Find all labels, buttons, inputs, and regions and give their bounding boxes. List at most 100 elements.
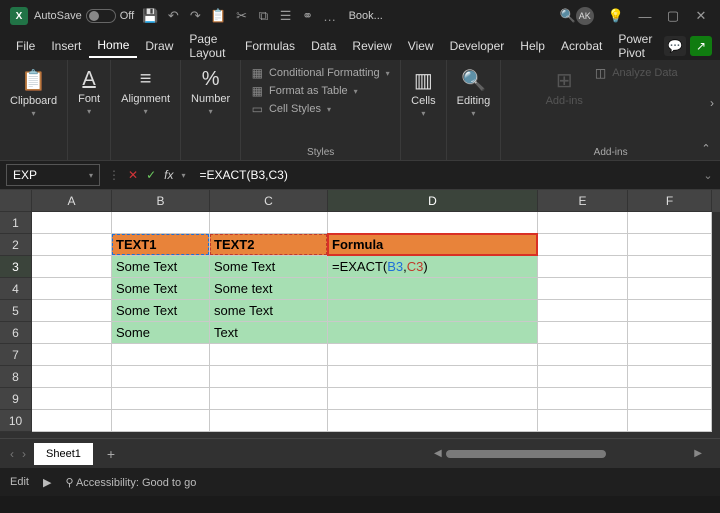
tab-formulas[interactable]: Formulas — [237, 35, 303, 57]
document-title[interactable]: Book... — [349, 10, 383, 22]
cell-c9[interactable] — [210, 388, 328, 410]
accessibility-status[interactable]: ⚲ Accessibility: Good to go — [65, 476, 196, 489]
cell-a10[interactable] — [32, 410, 112, 432]
select-all-button[interactable] — [0, 190, 32, 212]
cell-c3[interactable]: Some Text — [210, 256, 328, 278]
copy-icon[interactable]: ⧉ — [257, 8, 271, 24]
fx-button[interactable]: fx — [164, 168, 173, 182]
scroll-left-icon[interactable]: ◀ — [434, 448, 442, 459]
cell-c2[interactable]: TEXT2 — [210, 234, 328, 256]
chevron-down-icon[interactable]: ▾ — [89, 171, 93, 180]
tab-developer[interactable]: Developer — [442, 35, 513, 57]
row-header-2[interactable]: 2 — [0, 234, 32, 256]
tab-draw[interactable]: Draw — [137, 35, 181, 57]
alignment-button[interactable]: ≡ Alignment ▾ — [119, 66, 172, 118]
number-button[interactable]: % Number ▾ — [189, 66, 232, 118]
cell-d10[interactable] — [328, 410, 538, 432]
cell-f2[interactable] — [628, 234, 712, 256]
cell-e5[interactable] — [538, 300, 628, 322]
cell-a7[interactable] — [32, 344, 112, 366]
cell-b5[interactable]: Some Text — [112, 300, 210, 322]
cell-e8[interactable] — [538, 366, 628, 388]
tab-home[interactable]: Home — [89, 34, 137, 58]
cell-a4[interactable] — [32, 278, 112, 300]
cell-d6[interactable] — [328, 322, 538, 344]
clipboard-button[interactable]: 📋 Clipboard ▾ — [8, 66, 59, 120]
cell-d3[interactable]: =EXACT(B3,C3) — [328, 256, 538, 278]
row-header-7[interactable]: 7 — [0, 344, 32, 366]
undo-icon[interactable]: ↶ — [166, 8, 180, 24]
cell-a9[interactable] — [32, 388, 112, 410]
cell-e2[interactable] — [538, 234, 628, 256]
cell-a5[interactable] — [32, 300, 112, 322]
row-header-1[interactable]: 1 — [0, 212, 32, 234]
cell-a8[interactable] — [32, 366, 112, 388]
autosave-toggle[interactable] — [86, 9, 116, 23]
chevron-down-icon[interactable]: ▾ — [181, 171, 185, 180]
paste-icon[interactable]: 📋 — [210, 8, 226, 24]
cell-b3[interactable]: Some Text — [112, 256, 210, 278]
tab-insert[interactable]: Insert — [43, 35, 89, 57]
cell-styles-button[interactable]: ▭ Cell Styles ▾ — [252, 102, 390, 116]
cell-d7[interactable] — [328, 344, 538, 366]
font-button[interactable]: A Font ▾ — [76, 66, 102, 118]
redo-icon[interactable]: ↷ — [188, 8, 202, 24]
cell-a2[interactable] — [32, 234, 112, 256]
cell-b2[interactable]: TEXT1 — [112, 234, 210, 256]
cell-f4[interactable] — [628, 278, 712, 300]
new-sheet-button[interactable]: + — [107, 446, 115, 462]
analyze-data-button[interactable]: ◫ Analyze Data — [595, 66, 678, 80]
sheet-tab-active[interactable]: Sheet1 — [34, 443, 93, 465]
cell-e3[interactable] — [538, 256, 628, 278]
cell-c10[interactable] — [210, 410, 328, 432]
cell-e9[interactable] — [538, 388, 628, 410]
col-header-a[interactable]: A — [32, 190, 112, 212]
cell-f6[interactable] — [628, 322, 712, 344]
addins-button[interactable]: ⊞ Add-ins — [544, 66, 585, 109]
sheet-nav-next[interactable]: › — [22, 447, 26, 461]
row-header-10[interactable]: 10 — [0, 410, 32, 432]
link-icon[interactable]: ⚭ — [301, 8, 315, 24]
sheet-nav-prev[interactable]: ‹ — [10, 447, 14, 461]
tab-review[interactable]: Review — [344, 35, 399, 57]
tab-acrobat[interactable]: Acrobat — [553, 35, 610, 57]
cell-e7[interactable] — [538, 344, 628, 366]
cell-d5[interactable] — [328, 300, 538, 322]
cell-a6[interactable] — [32, 322, 112, 344]
name-box[interactable]: EXP ▾ — [6, 164, 100, 186]
tab-help[interactable]: Help — [512, 35, 553, 57]
qat-overflow-icon[interactable]: … — [323, 8, 337, 24]
cell-e10[interactable] — [538, 410, 628, 432]
cell-d1[interactable] — [328, 212, 538, 234]
cell-c6[interactable]: Text — [210, 322, 328, 344]
cell-c4[interactable]: Some text — [210, 278, 328, 300]
save-icon[interactable]: 💾 — [142, 8, 158, 24]
cut-icon[interactable]: ✂ — [235, 8, 249, 24]
cell-f10[interactable] — [628, 410, 712, 432]
ribbon-overflow-button[interactable]: › — [710, 96, 714, 110]
row-header-3[interactable]: 3 — [0, 256, 32, 278]
col-header-f[interactable]: F — [628, 190, 712, 212]
col-header-c[interactable]: C — [210, 190, 328, 212]
cell-b7[interactable] — [112, 344, 210, 366]
cell-c5[interactable]: some Text — [210, 300, 328, 322]
close-button[interactable]: ✕ — [694, 8, 708, 24]
format-as-table-button[interactable]: ▦ Format as Table ▾ — [252, 84, 390, 98]
tab-page-layout[interactable]: Page Layout — [181, 28, 237, 64]
tab-file[interactable]: File — [8, 35, 43, 57]
row-header-9[interactable]: 9 — [0, 388, 32, 410]
cancel-formula-button[interactable]: ✕ — [128, 168, 138, 182]
cell-f9[interactable] — [628, 388, 712, 410]
cell-f3[interactable] — [628, 256, 712, 278]
row-header-5[interactable]: 5 — [0, 300, 32, 322]
conditional-formatting-button[interactable]: ▦ Conditional Formatting ▾ — [252, 66, 390, 80]
lightbulb-icon[interactable]: 💡 — [608, 8, 624, 24]
cell-f1[interactable] — [628, 212, 712, 234]
cell-a1[interactable] — [32, 212, 112, 234]
editing-button[interactable]: 🔍 Editing ▾ — [455, 66, 493, 120]
search-icon[interactable]: 🔍 — [560, 8, 576, 24]
cell-f7[interactable] — [628, 344, 712, 366]
cell-e6[interactable] — [538, 322, 628, 344]
cell-d2[interactable]: Formula — [328, 234, 538, 256]
cell-c7[interactable] — [210, 344, 328, 366]
